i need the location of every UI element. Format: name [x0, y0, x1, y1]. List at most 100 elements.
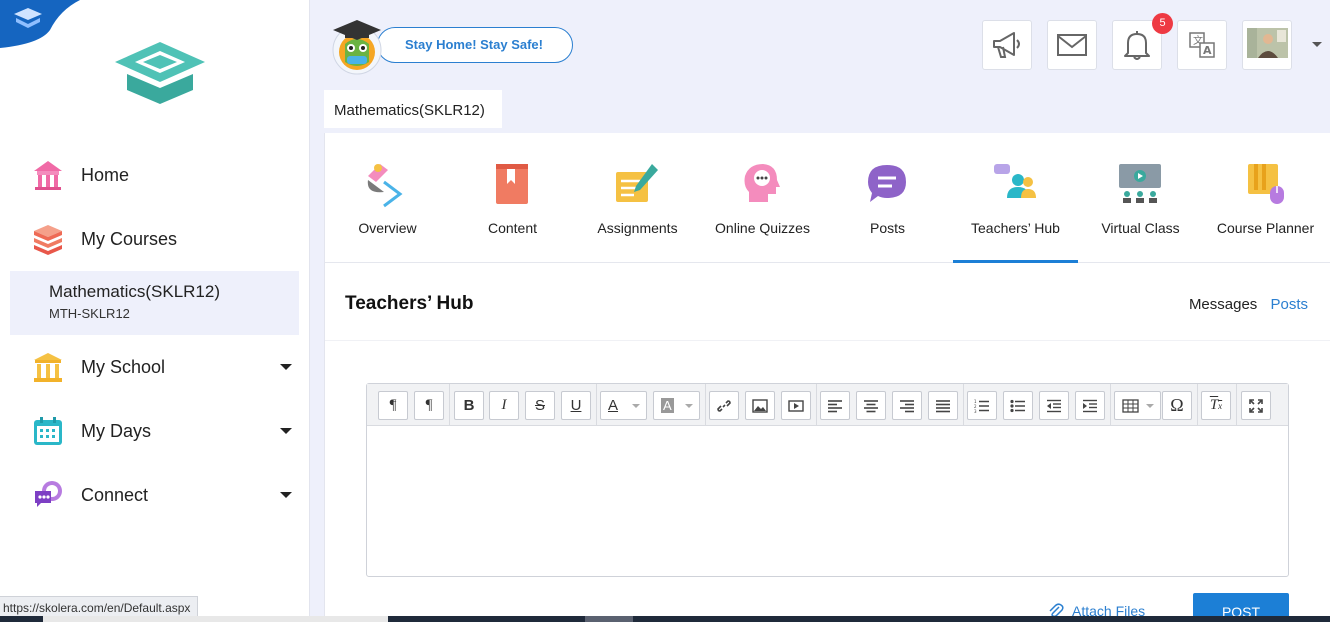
book-icon	[496, 164, 528, 204]
toolbar-separator	[963, 384, 964, 426]
messages-button[interactable]	[1047, 20, 1097, 70]
language-button[interactable]: 文A	[1177, 20, 1227, 70]
user-avatar-button[interactable]	[1242, 20, 1292, 70]
school-building-icon	[30, 349, 66, 385]
virtual-classroom-icon	[1119, 164, 1161, 203]
tab-posts[interactable]: Posts	[825, 133, 950, 263]
taskbar-segment	[585, 616, 633, 622]
chevron-down-icon[interactable]	[280, 492, 292, 498]
section-divider	[325, 340, 1330, 341]
sidebar-item-home[interactable]: Home	[10, 143, 300, 207]
toolbar-separator	[816, 384, 817, 426]
tab-label: Overview	[358, 220, 417, 236]
tab-label: Course Planner	[1216, 220, 1315, 236]
chat-bubbles-icon	[30, 477, 66, 513]
tab-course-planner[interactable]: Course Planner	[1203, 133, 1328, 263]
paragraph-ltr-icon[interactable]: ¶⃖	[378, 391, 408, 420]
bullet-list-icon[interactable]	[1003, 391, 1033, 420]
sidebar-item-my-days[interactable]: My Days	[10, 399, 300, 463]
sidebar-item-my-school[interactable]: My School	[10, 335, 300, 399]
tab-teachers-hub[interactable]: Teachers’ Hub	[953, 133, 1078, 263]
envelope-icon	[1057, 34, 1087, 56]
table-icon[interactable]	[1114, 391, 1161, 420]
toolbar-separator	[1110, 384, 1111, 426]
tab-label: Assignments	[597, 220, 678, 236]
highlight-color-icon[interactable]: A	[653, 391, 700, 420]
course-code: MTH-SKLR12	[49, 306, 130, 321]
taskbar-strip	[0, 616, 1330, 622]
align-center-icon[interactable]	[856, 391, 886, 420]
assignment-pen-icon	[616, 164, 658, 202]
clear-formatting-icon[interactable]: Tx	[1201, 391, 1231, 420]
tab-overview[interactable]: Overview	[325, 133, 450, 263]
toolbar-separator	[1197, 384, 1198, 426]
sidebar: Home My Courses Mathematics(SKLR12) MTH-…	[0, 0, 310, 622]
corner-logo-badge[interactable]	[0, 0, 80, 48]
announcements-button[interactable]	[982, 20, 1032, 70]
tab-label: Teachers’ Hub	[971, 220, 1060, 236]
translate-icon: 文A	[1189, 32, 1215, 58]
link-icon[interactable]	[709, 391, 739, 420]
tab-label: Virtual Class	[1101, 220, 1180, 236]
toolbar-separator	[705, 384, 706, 426]
text-color-icon[interactable]: A	[600, 391, 647, 420]
fullscreen-icon[interactable]	[1241, 391, 1271, 420]
planner-mouse-icon	[1248, 164, 1284, 204]
video-icon[interactable]	[781, 391, 811, 420]
megaphone-icon	[993, 32, 1020, 58]
align-justify-icon[interactable]	[928, 391, 958, 420]
editor-toolbar: ¶⃖ ¶ B I S U A A	[367, 384, 1288, 426]
chevron-down-icon[interactable]	[280, 364, 292, 370]
strikethrough-icon[interactable]: S	[525, 391, 555, 420]
course-name: Mathematics(SKLR12)	[49, 282, 221, 301]
hub-links: Messages Posts	[1189, 296, 1308, 313]
sidebar-item-label: My School	[81, 356, 166, 377]
taskbar-segment	[43, 616, 388, 622]
underline-icon[interactable]: U	[561, 391, 591, 420]
tab-content[interactable]: Content	[450, 133, 575, 263]
numbered-list-icon[interactable]: 123	[967, 391, 997, 420]
sidebar-item-label: Home	[81, 164, 130, 185]
chevron-down-icon[interactable]	[280, 428, 292, 434]
messages-link[interactable]: Messages	[1189, 296, 1257, 313]
tab-online-quizzes[interactable]: Online Quizzes	[700, 133, 825, 263]
align-right-icon[interactable]	[892, 391, 922, 420]
outdent-icon[interactable]	[1039, 391, 1069, 420]
breadcrumb[interactable]: Mathematics(SKLR12)	[324, 90, 502, 128]
sidebar-selected-course[interactable]: Mathematics(SKLR12) MTH-SKLR12	[10, 271, 299, 335]
banner-text: Stay Home! Stay Safe!	[405, 37, 543, 52]
page-title: Teachers’ Hub	[345, 293, 474, 314]
tab-label: Content	[487, 220, 538, 236]
books-stack-icon	[30, 221, 66, 257]
course-tabs: Overview Content Assignments Online Quiz…	[325, 133, 1330, 263]
special-character-icon[interactable]: Ω	[1162, 391, 1192, 420]
image-icon[interactable]	[745, 391, 775, 420]
toolbar-separator	[449, 384, 450, 426]
italic-icon[interactable]: I	[489, 391, 519, 420]
posts-link[interactable]: Posts	[1270, 296, 1308, 313]
chevron-down-icon[interactable]	[1312, 42, 1322, 47]
browser-status-url: https://skolera.com/en/Default.aspx	[0, 596, 199, 618]
avatar	[1247, 28, 1288, 58]
toolbar-separator	[596, 384, 597, 426]
svg-text:A: A	[1203, 44, 1212, 57]
paragraph-rtl-icon[interactable]: ¶	[414, 391, 444, 420]
bold-icon[interactable]: B	[454, 391, 484, 420]
head-thinking-icon	[744, 164, 780, 202]
tab-assignments[interactable]: Assignments	[575, 133, 700, 263]
rich-text-editor[interactable]: ¶⃖ ¶ B I S U A A	[366, 383, 1289, 577]
tab-virtual-class[interactable]: Virtual Class	[1078, 133, 1203, 263]
graduate-mascot-icon	[332, 20, 382, 75]
sidebar-item-connect[interactable]: Connect	[10, 463, 300, 527]
lamp-icon	[367, 164, 403, 208]
stay-home-banner[interactable]: Stay Home! Stay Safe!	[327, 18, 577, 76]
sidebar-item-label: My Courses	[81, 228, 178, 249]
sidebar-item-my-courses[interactable]: My Courses	[10, 207, 300, 271]
align-left-icon[interactable]	[820, 391, 850, 420]
svg-text:3: 3	[974, 409, 977, 413]
indent-icon[interactable]	[1075, 391, 1105, 420]
sidebar-item-label: My Days	[81, 420, 152, 441]
skolera-logo[interactable]	[105, 40, 215, 110]
toolbar-separator	[1236, 384, 1237, 426]
sidebar-item-label: Connect	[81, 484, 149, 505]
